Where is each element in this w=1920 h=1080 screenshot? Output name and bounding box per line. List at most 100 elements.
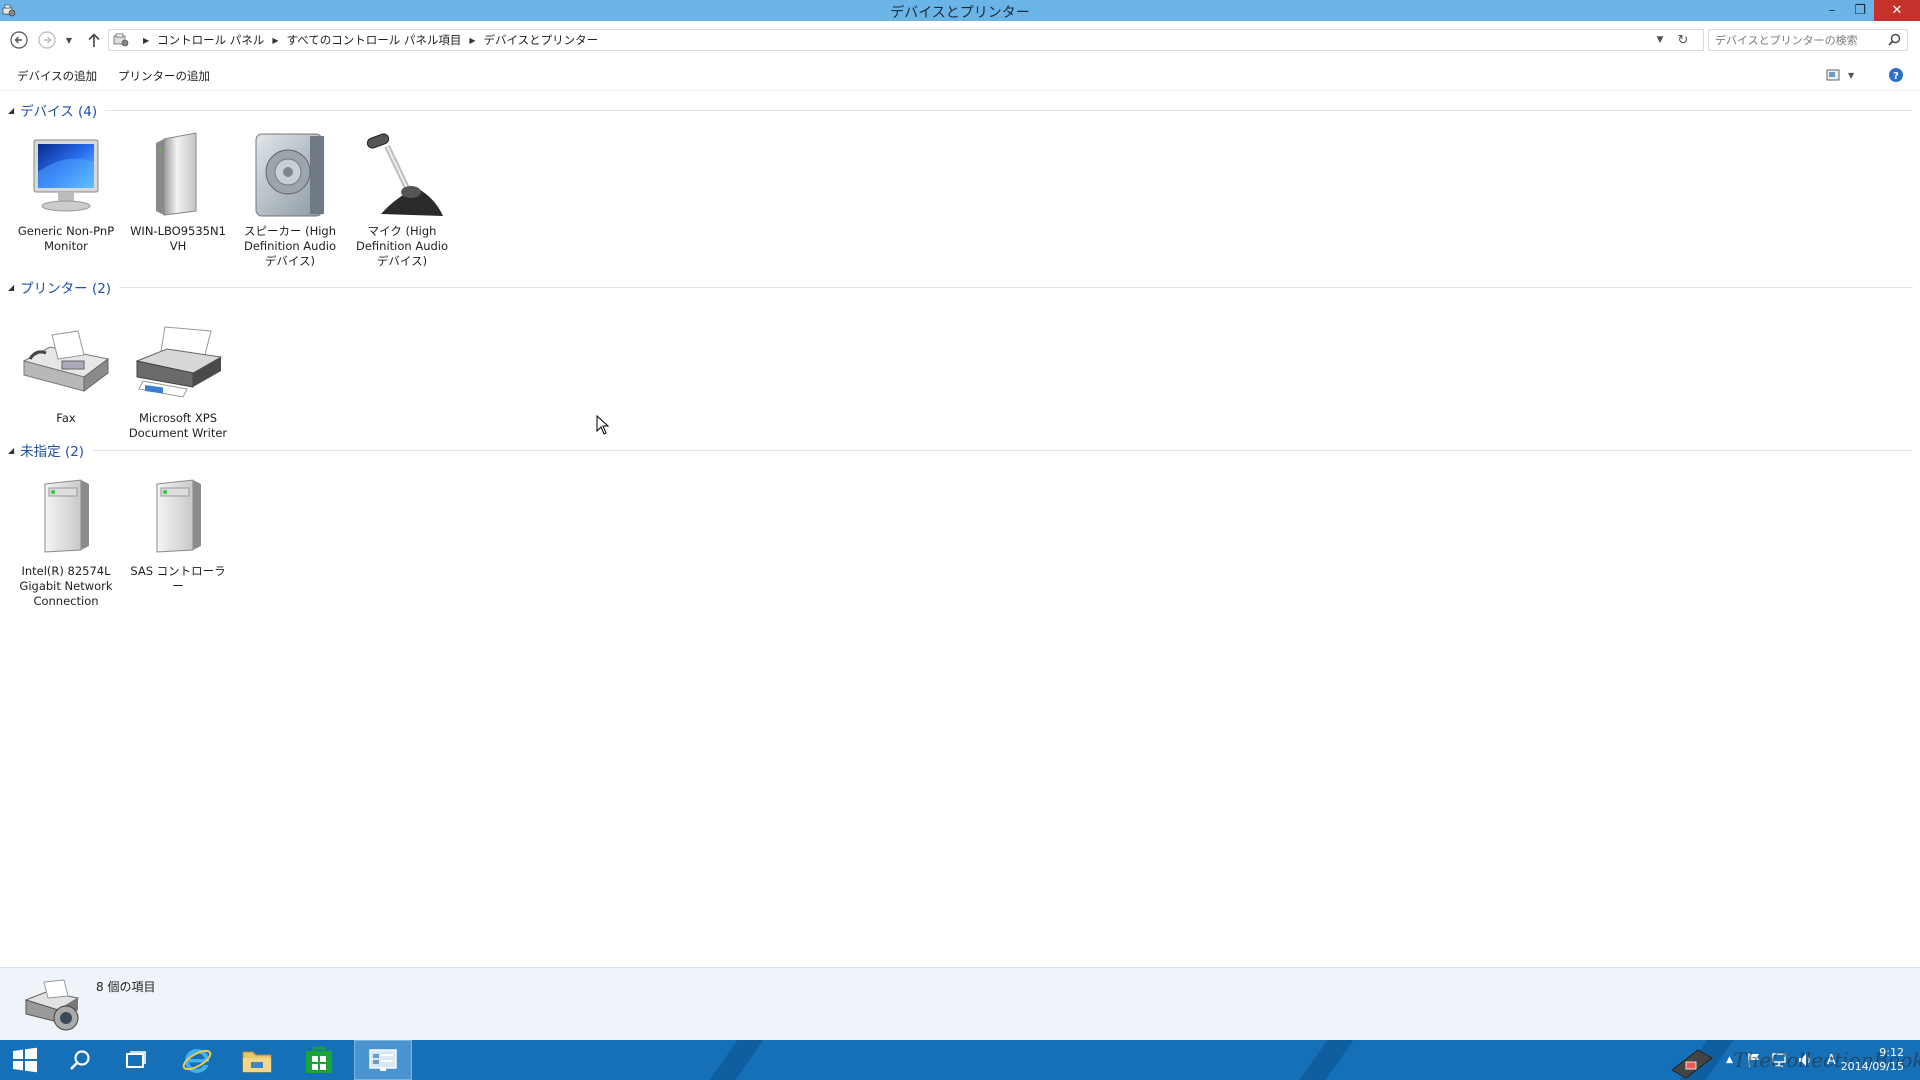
unspecified-item-network-adapter[interactable]: Intel(R) 82574L Gigabit Network Connecti… [14,466,118,609]
search-input[interactable]: デバイスとプリンターの検索 [1708,29,1908,51]
item-count-status: 8 個の項目 [96,980,156,994]
clock[interactable]: 9:12 2014/09/15 [1841,1046,1904,1074]
item-label-line1: Intel(R) 82574L [21,564,111,578]
chevron-down-icon: ▼ [1656,35,1664,45]
collapse-triangle-icon[interactable]: ◢ [8,106,14,115]
search-taskbar-button[interactable] [55,1040,105,1080]
devices-tray-icon[interactable] [1668,1040,1716,1080]
group-header-printers[interactable]: ◢ プリンター (2) [8,277,1913,297]
search-icon[interactable] [1888,33,1901,46]
restore-button[interactable]: ❐ [1846,0,1874,21]
help-button[interactable]: ? [1888,67,1904,83]
control-panel-icon [369,1049,397,1071]
window-title: デバイスとプリンター [890,5,1030,21]
device-item-computer[interactable]: WIN-LBO9535N1 VH [126,126,230,254]
minimize-button[interactable]: – [1818,0,1846,21]
group-title: 未指定 (2) [20,444,85,460]
folder-icon [242,1051,272,1073]
back-button[interactable] [8,29,30,51]
item-label-line1: スピーカー (High [243,224,337,238]
svg-text:?: ? [1893,71,1899,82]
add-device-button[interactable]: デバイスの追加 [17,68,97,84]
address-field[interactable]: ▶ コントロール パネル ▶ すべてのコントロール パネル項目 ▶ デバイスとプ… [108,29,1704,51]
group-header-devices[interactable]: ◢ デバイス (4) [8,100,1913,120]
item-label-line1: Microsoft XPS [138,411,218,425]
generic-device-icon [130,466,226,562]
collapse-triangle-icon[interactable]: ◢ [8,283,14,292]
up-arrow-icon [88,33,100,47]
item-label-line1: WIN-LBO9535N1 [130,224,226,238]
monitor-icon [18,126,114,222]
items-view: ◢ デバイス (4) Generic Non-PnP Monitor WIN-L… [0,91,1920,967]
unspecified-item-sas-controller[interactable]: SAS コントローラー [126,466,230,594]
refresh-button[interactable]: ↻ [1672,29,1694,51]
recent-locations-dropdown[interactable]: ▼ [62,29,76,51]
computer-tower-icon [130,126,226,222]
taskbar-decoration [695,1040,771,1080]
item-label-line1: マイク (High [367,224,437,238]
item-label-line2: VH [169,239,187,253]
breadcrumb-separator-icon[interactable]: ▶ [272,36,278,45]
breadcrumb-devices-printers[interactable]: デバイスとプリンター [484,32,599,48]
taskbar-decoration [1285,1040,1361,1080]
item-label-line2: Definition Audio [243,239,336,253]
address-history-dropdown[interactable]: ▼ [1650,29,1670,51]
breadcrumb-separator-icon[interactable]: ▶ [143,36,149,45]
devices-printers-large-icon [24,979,80,1031]
add-printer-button[interactable]: プリンターの追加 [118,68,210,84]
generic-device-icon [18,466,114,562]
command-bar: デバイスの追加 プリンターの追加 ▼ ? [0,59,1920,91]
device-item-monitor[interactable]: Generic Non-PnP Monitor [14,126,118,254]
item-label-line2: Definition Audio [355,239,449,253]
item-label-line3: デバイス) [264,254,316,268]
forward-arrow-icon [38,31,56,49]
group-title: プリンター (2) [20,281,112,297]
taskbar: ▲ A TheCollectionBook 9:12 2014/09/15 [0,1040,1920,1080]
internet-explorer-button[interactable] [172,1040,222,1080]
printer-item-fax[interactable]: Fax [14,313,118,426]
item-label-line1: Generic Non-PnP [17,224,115,238]
search-placeholder: デバイスとプリンターの検索 [1715,34,1858,47]
title-bar: デバイスとプリンター – ❐ ✕ [0,0,1920,21]
device-item-speaker[interactable]: スピーカー (High Definition Audio デバイス) [238,126,342,269]
breadcrumb-separator-icon[interactable]: ▶ [469,36,475,45]
windows-logo-icon [13,1047,37,1073]
address-bar: ▼ ▶ コントロール パネル ▶ すべてのコントロール パネル項目 ▶ デバイス… [0,21,1920,59]
mouse-cursor-icon [596,415,610,435]
chevron-down-icon: ▼ [65,35,73,45]
change-view-button[interactable]: ▼ [1826,67,1854,83]
clock-date: 2014/09/15 [1840,1060,1904,1073]
forward-button[interactable] [36,29,58,51]
task-view-icon [126,1051,146,1068]
refresh-icon: ↻ [1677,32,1689,48]
collapse-triangle-icon[interactable]: ◢ [8,446,14,455]
group-header-unspecified[interactable]: ◢ 未指定 (2) [8,440,1913,460]
file-explorer-button[interactable] [232,1040,282,1080]
details-pane: 8 個の項目 [0,967,1920,1040]
control-panel-taskbar-button[interactable] [354,1040,412,1080]
up-button[interactable] [83,29,105,51]
store-button[interactable] [294,1040,344,1080]
item-label-line2: Document Writer [128,426,228,440]
close-button[interactable]: ✕ [1874,0,1920,21]
internet-explorer-icon [182,1049,212,1073]
show-hidden-icons-icon[interactable]: ▲ [1726,1055,1733,1065]
item-label-line3: デバイス) [376,254,428,268]
store-icon [306,1046,332,1073]
item-label-line1: Fax [56,411,76,425]
start-button[interactable] [0,1040,50,1080]
breadcrumb-all-control-panel-items[interactable]: すべてのコントロール パネル項目 [286,32,461,48]
device-item-microphone[interactable]: マイク (High Definition Audio デバイス) [350,126,454,269]
chevron-down-icon: ▼ [1848,70,1855,80]
back-arrow-icon [10,31,28,49]
printer-item-xps-writer[interactable]: Microsoft XPS Document Writer [126,313,230,441]
item-label-line2: Gigabit Network [19,579,113,593]
breadcrumb-control-panel[interactable]: コントロール パネル [157,32,264,48]
task-view-button[interactable] [111,1040,161,1080]
help-icon: ? [1889,68,1903,82]
item-label-line2: Monitor [44,239,88,253]
group-title: デバイス (4) [20,104,98,120]
group-divider [119,286,1913,288]
microphone-icon [354,126,450,222]
view-icon [1826,69,1840,81]
